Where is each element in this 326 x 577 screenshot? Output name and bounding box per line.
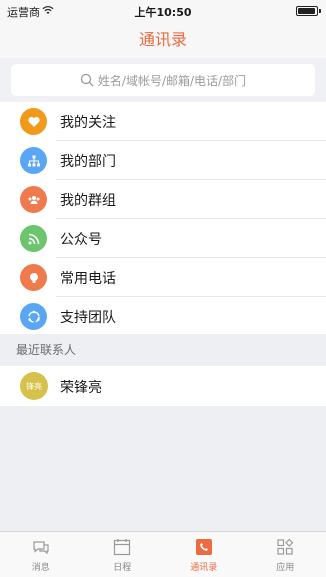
tab-label: 应用	[276, 562, 295, 573]
contacts-menu-list: 我的关注 我的部门 我的群组 公众号 常用电话 支持团队	[0, 102, 326, 336]
tab-bar: 消息 日程 通讯录 应用	[0, 531, 326, 577]
avatar: 锋亮	[20, 372, 48, 400]
status-bar: 运营商 上午10:50	[0, 0, 326, 22]
support-icon	[20, 303, 47, 330]
menu-item-public-accounts[interactable]: 公众号	[0, 219, 326, 258]
phone-icon	[20, 264, 47, 291]
battery-icon	[296, 6, 321, 16]
search-area: 姓名/域帐号/邮箱/电话/部门	[0, 58, 326, 102]
tab-label: 日程	[113, 562, 132, 573]
menu-item-label: 公众号	[60, 231, 102, 248]
menu-item-label: 我的群组	[60, 192, 116, 209]
menu-item-groups[interactable]: 我的群组	[0, 180, 326, 219]
menu-item-label: 我的关注	[60, 114, 116, 131]
menu-item-support-team[interactable]: 支持团队	[0, 297, 326, 336]
navigation-bar: 通讯录	[0, 22, 326, 58]
contact-name: 荣锋亮	[60, 380, 102, 396]
menu-item-department[interactable]: 我的部门	[0, 141, 326, 180]
tab-schedule[interactable]: 日程	[82, 532, 164, 577]
menu-item-label: 支持团队	[60, 309, 116, 326]
tab-label: 通讯录	[190, 562, 218, 573]
menu-item-label: 常用电话	[60, 270, 116, 287]
apps-icon	[277, 538, 294, 555]
calendar-icon	[114, 538, 131, 555]
tab-label: 消息	[31, 562, 50, 573]
search-input[interactable]: 姓名/域帐号/邮箱/电话/部门	[11, 64, 315, 96]
rss-icon	[20, 225, 47, 252]
menu-item-favorites[interactable]: 我的关注	[0, 102, 326, 141]
org-icon	[20, 147, 47, 174]
tab-apps[interactable]: 应用	[245, 532, 326, 577]
page-title: 通讯录	[138, 30, 187, 49]
heart-icon	[20, 108, 47, 135]
menu-item-label: 我的部门	[60, 153, 116, 170]
tab-messages[interactable]: 消息	[0, 532, 82, 577]
menu-item-common-phones[interactable]: 常用电话	[0, 258, 326, 297]
recent-contact-row[interactable]: 锋亮 荣锋亮	[0, 366, 326, 406]
group-icon	[20, 186, 47, 213]
chat-icon	[33, 540, 49, 554]
contacts-icon	[195, 538, 212, 555]
search-icon	[80, 73, 94, 87]
tab-contacts[interactable]: 通讯录	[163, 532, 245, 577]
clock: 上午10:50	[134, 6, 192, 19]
recent-contacts-header: 最近联系人	[0, 334, 326, 366]
search-placeholder: 姓名/域帐号/邮箱/电话/部门	[97, 73, 247, 88]
